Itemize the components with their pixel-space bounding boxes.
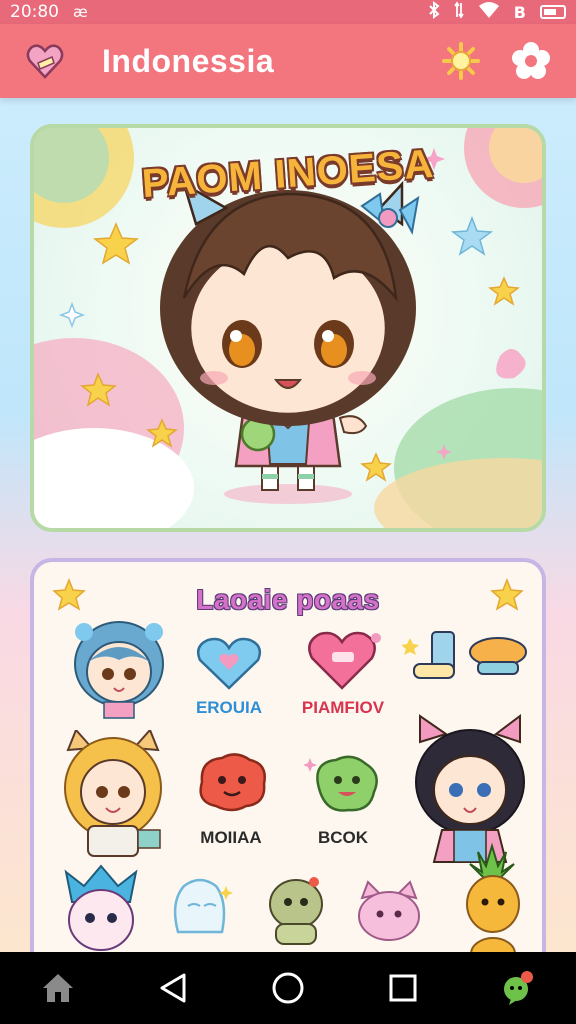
pineapple-sticker[interactable] [448,842,538,962]
carrier-icon: B [513,2,526,22]
blue-creature-sticker[interactable] [58,862,144,952]
sticker-label: PIAMFIOV [301,698,385,717]
sticker-label: BCOK [317,828,369,847]
heart-icon[interactable] [24,40,66,82]
sun-icon[interactable] [440,40,482,82]
home-icon[interactable] [28,958,88,1018]
puppy-sticker[interactable] [258,868,334,948]
blonde-cat-girl-sticker[interactable] [58,730,168,860]
back-icon[interactable] [143,958,203,1018]
blue-hair-girl-sticker[interactable] [64,612,174,722]
sticker-label: MOIIAA [200,828,262,847]
assistant-icon[interactable] [488,958,548,1018]
green-blob-sticker[interactable] [304,752,384,816]
ghost-sticker[interactable] [164,872,234,942]
pink-heart-sticker[interactable] [304,628,384,692]
pink-cat-sticker[interactable] [354,878,424,944]
notification-icon: æ [73,3,88,21]
battery-icon [540,5,566,19]
sticker-label: EROUIA [195,698,263,717]
navigation-bar [0,952,576,1024]
recents-icon[interactable] [373,958,433,1018]
hero-card[interactable]: PAOM INOESA [30,124,546,532]
accessories-sticker[interactable] [402,622,532,692]
flower-settings-icon[interactable] [510,40,552,82]
app-title: Indonessia [102,42,275,79]
bluetooth-icon [428,1,440,23]
data-icon [454,1,464,23]
sticker-gallery-card: Laoaie poaas EROUIA PIAMFIOV MOIIAA BCOK [30,558,546,978]
wifi-icon [478,2,500,22]
home-circle-icon[interactable] [258,958,318,1018]
status-time: 20:80 [10,2,59,22]
blue-heart-sticker[interactable] [194,634,264,692]
app-bar: Indonessia [0,24,576,98]
red-blob-sticker[interactable] [192,752,272,814]
status-bar: 20:80 æ B [0,0,576,24]
